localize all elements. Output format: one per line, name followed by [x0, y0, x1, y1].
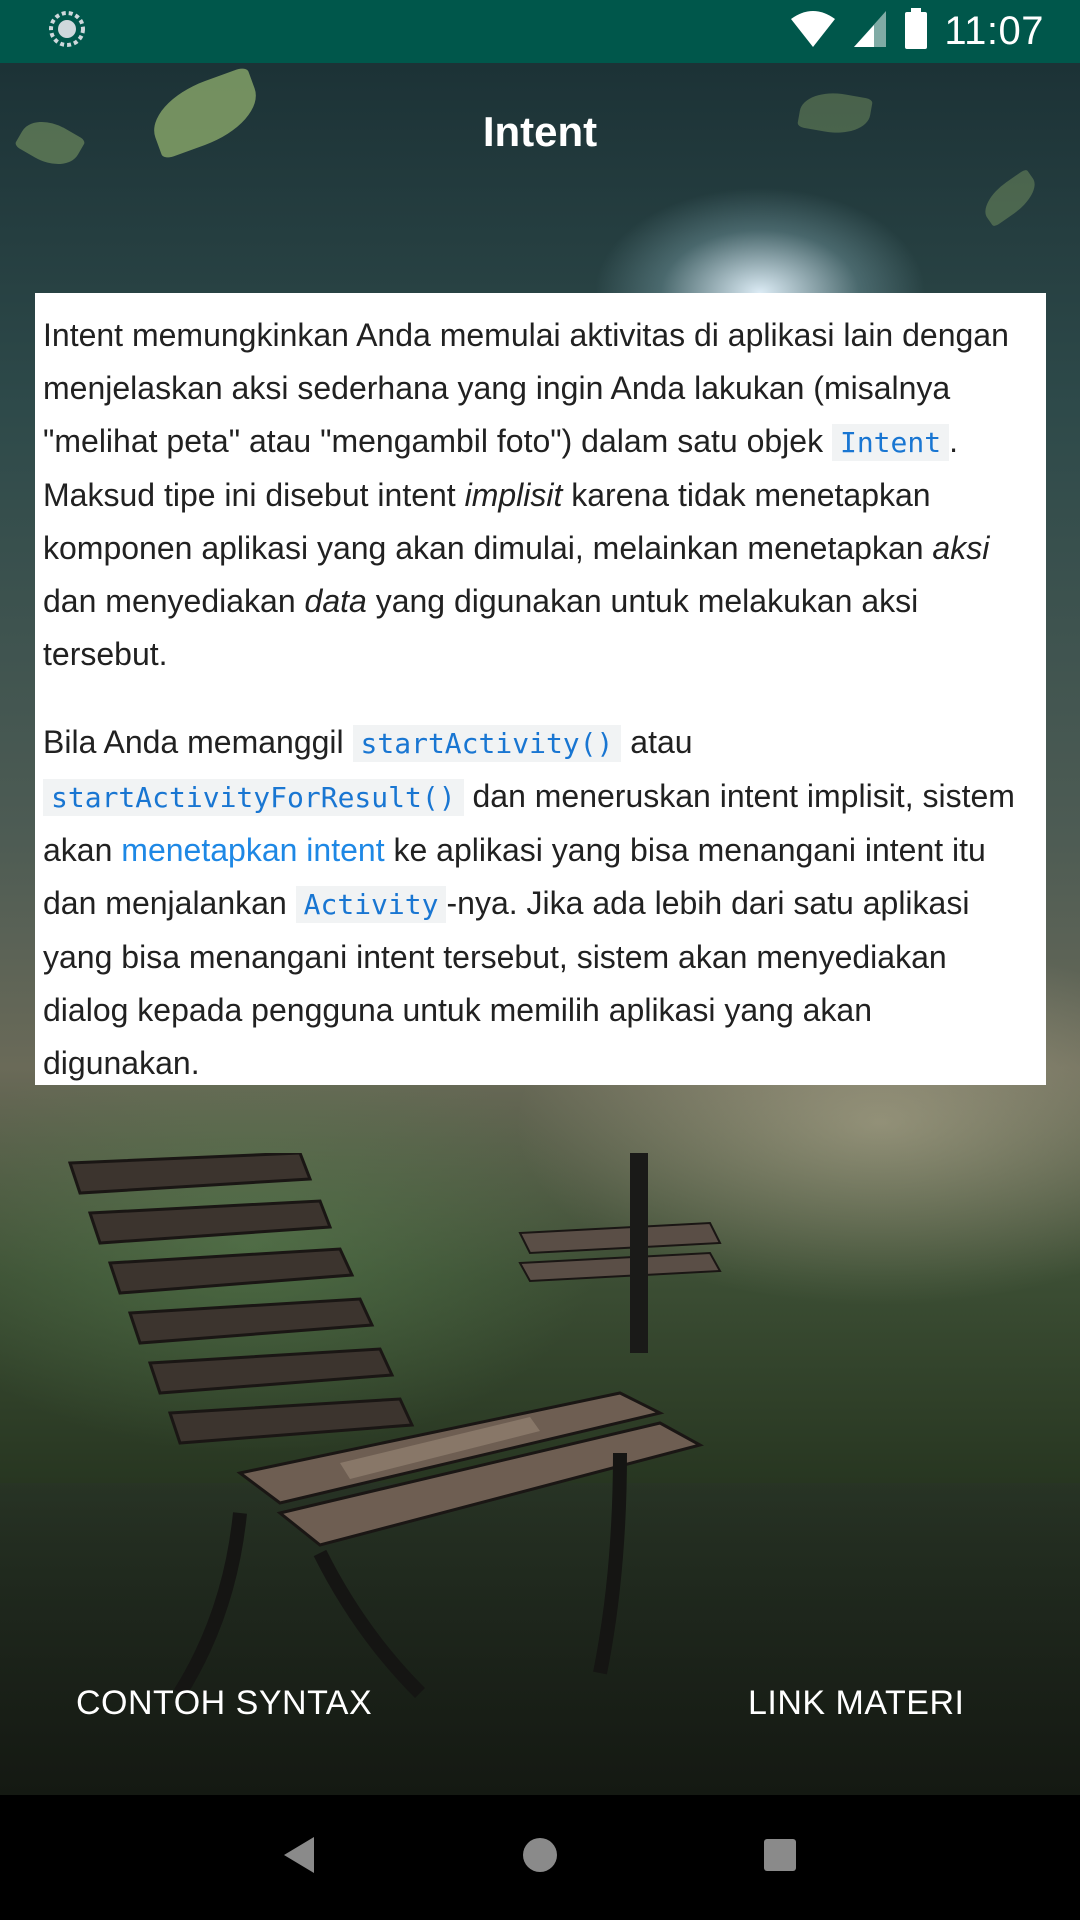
- page-title: Intent: [482, 108, 598, 155]
- emphasis: implisit: [464, 477, 563, 513]
- recents-icon: [762, 1837, 798, 1878]
- paragraph-2: Bila Anda memanggil startActivity() atau…: [43, 716, 1036, 1090]
- emphasis: aksi: [932, 530, 990, 566]
- wifi-icon: [790, 9, 836, 54]
- inline-code: startActivity(): [352, 725, 622, 762]
- text: Bila Anda memanggil: [43, 724, 344, 760]
- recents-button[interactable]: [735, 1813, 825, 1903]
- paragraph-1: Intent memungkinkan Anda memulai aktivit…: [43, 309, 1036, 681]
- contoh-syntax-button[interactable]: CONTOH SYNTAX: [76, 1678, 372, 1728]
- navigation-bar: [0, 1795, 1080, 1920]
- link-materi-button[interactable]: LINK MATERI: [748, 1678, 964, 1728]
- home-button[interactable]: [495, 1813, 585, 1903]
- text: atau: [630, 724, 693, 760]
- status-time: 11:07: [944, 9, 1044, 53]
- back-icon: [282, 1835, 318, 1880]
- content-card: Intent memungkinkan Anda memulai aktivit…: [35, 293, 1046, 1085]
- intent-resolution-link[interactable]: menetapkan intent: [121, 832, 384, 868]
- home-icon: [520, 1835, 560, 1880]
- battery-icon: [904, 8, 928, 55]
- text: dan menyediakan: [43, 583, 296, 619]
- app-status-icon: [48, 10, 86, 53]
- inline-code: Intent: [831, 424, 950, 461]
- inline-code: Activity: [295, 886, 447, 923]
- cellular-signal-icon: [852, 9, 888, 54]
- back-button[interactable]: [255, 1813, 345, 1903]
- emphasis: data: [304, 583, 367, 619]
- status-bar: 11:07: [0, 0, 1080, 63]
- inline-code: startActivityForResult(): [43, 779, 464, 816]
